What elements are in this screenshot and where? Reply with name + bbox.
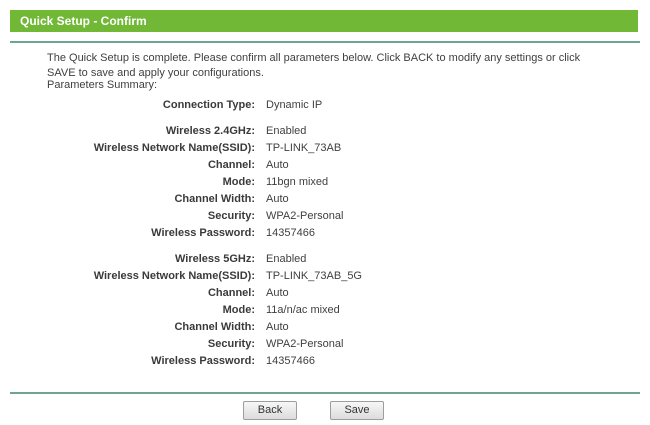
param-label: Wireless 2.4GHz: <box>0 125 255 137</box>
param-label: Wireless 5GHz: <box>0 253 255 265</box>
param-value: Enabled <box>266 125 306 137</box>
param-row: Security: WPA2-Personal <box>0 335 650 352</box>
param-label: Channel: <box>0 159 255 171</box>
param-row: Wireless 5GHz: Enabled <box>0 250 650 267</box>
param-label: Channel Width: <box>0 321 255 333</box>
intro-text: The Quick Setup is complete. Please conf… <box>47 51 593 81</box>
parameters-summary-label: Parameters Summary: <box>47 79 157 91</box>
param-row: Channel: Auto <box>0 156 650 173</box>
param-value: Auto <box>266 159 289 171</box>
param-label: Mode: <box>0 176 255 188</box>
bottom-separator-line <box>10 392 640 394</box>
param-label: Channel Width: <box>0 193 255 205</box>
param-label: Connection Type: <box>0 99 255 111</box>
save-button[interactable]: Save <box>330 401 384 420</box>
param-label: Security: <box>0 210 255 222</box>
param-value: TP-LINK_73AB <box>266 142 341 154</box>
param-row: Security: WPA2-Personal <box>0 207 650 224</box>
param-row: Wireless Password: 14357466 <box>0 352 650 369</box>
param-row: Mode: 11bgn mixed <box>0 173 650 190</box>
param-value: WPA2-Personal <box>266 338 343 350</box>
param-value: Dynamic IP <box>266 99 322 111</box>
param-row: Wireless Network Name(SSID): TP-LINK_73AB… <box>0 267 650 284</box>
param-value: Auto <box>266 287 289 299</box>
param-value: WPA2-Personal <box>266 210 343 222</box>
param-label: Security: <box>0 338 255 350</box>
param-row: Wireless Password: 14357466 <box>0 224 650 241</box>
back-button[interactable]: Back <box>243 401 297 420</box>
param-row: Channel: Auto <box>0 284 650 301</box>
param-label: Wireless Password: <box>0 227 255 239</box>
param-label: Mode: <box>0 304 255 316</box>
param-section: Connection Type: Dynamic IP <box>0 96 650 113</box>
param-label: Channel: <box>0 287 255 299</box>
param-row: Mode: 11a/n/ac mixed <box>0 301 650 318</box>
param-section: Wireless 2.4GHz: Enabled Wireless Network … <box>0 122 650 241</box>
param-row: Wireless Network Name(SSID): TP-LINK_73AB <box>0 139 650 156</box>
param-value: Enabled <box>266 253 306 265</box>
param-value: 11bgn mixed <box>266 176 328 188</box>
param-value: Auto <box>266 193 289 205</box>
param-row: Channel Width: Auto <box>0 318 650 335</box>
param-label: Wireless Password: <box>0 355 255 367</box>
quick-setup-confirm-page: Quick Setup - Confirm The Quick Setup is… <box>0 0 650 425</box>
param-row: Channel Width: Auto <box>0 190 650 207</box>
param-value: Auto <box>266 321 289 333</box>
param-label: Wireless Network Name(SSID): <box>0 270 255 282</box>
param-row: Connection Type: Dynamic IP <box>0 96 650 113</box>
param-value: 14357466 <box>266 227 315 239</box>
param-value: 14357466 <box>266 355 315 367</box>
page-title: Quick Setup - Confirm <box>10 10 638 32</box>
param-value: 11a/n/ac mixed <box>266 304 340 316</box>
top-separator-line <box>10 41 640 43</box>
params-table: Connection Type: Dynamic IP Wireless 2.4GH… <box>0 96 650 378</box>
param-section: Wireless 5GHz: Enabled Wireless Network Na… <box>0 250 650 369</box>
param-label: Wireless Network Name(SSID): <box>0 142 255 154</box>
param-value: TP-LINK_73AB_5G <box>266 270 362 282</box>
param-row: Wireless 2.4GHz: Enabled <box>0 122 650 139</box>
